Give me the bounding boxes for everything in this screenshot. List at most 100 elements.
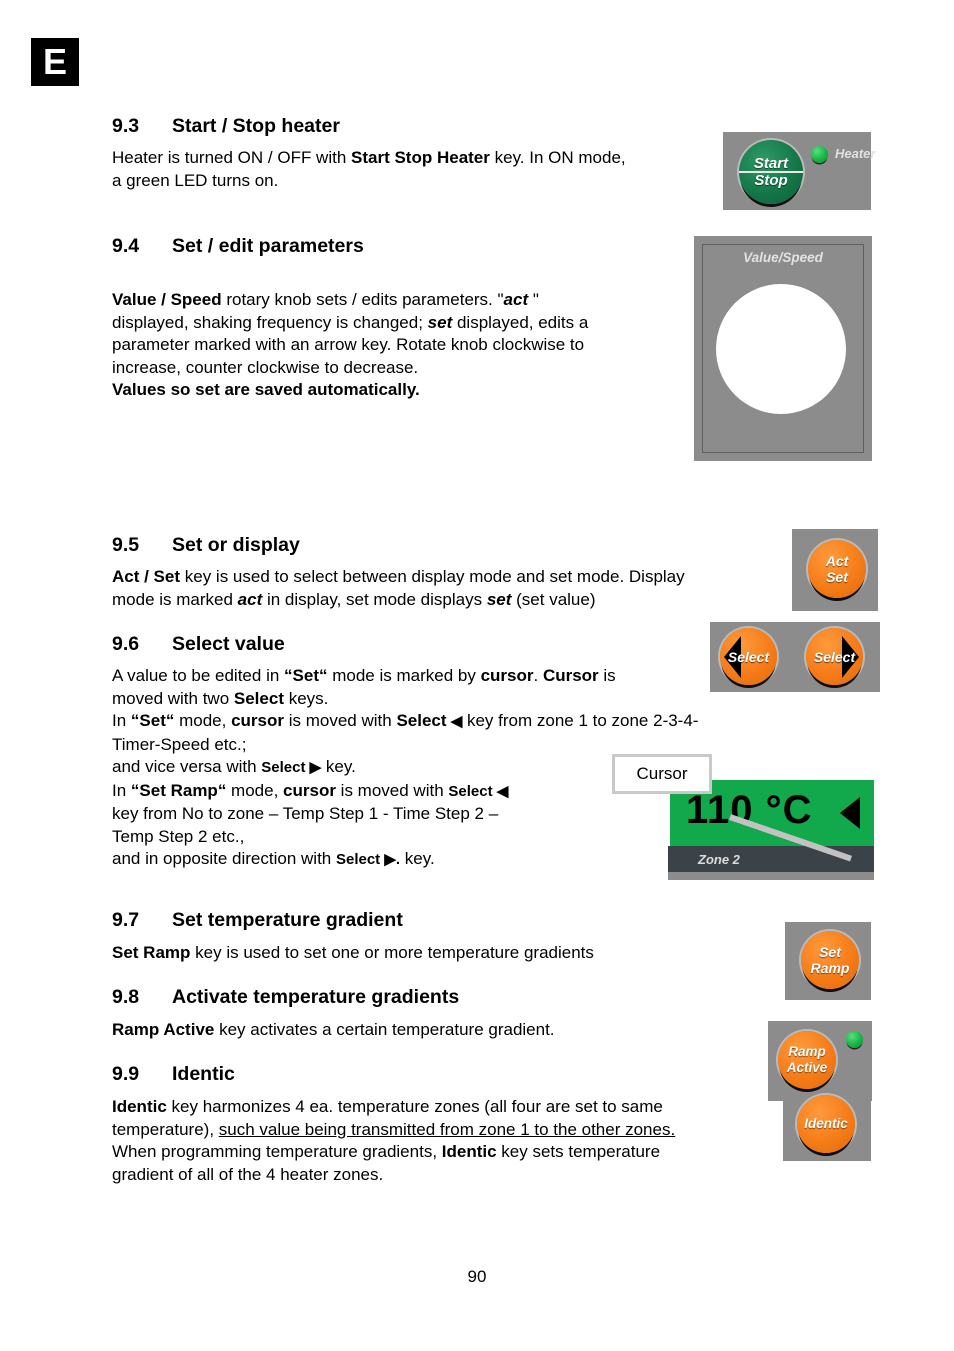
text-run-bold: Cursor (542, 666, 599, 685)
text-run: In (112, 780, 131, 800)
text-run: increase, counter clockwise to decrease. (112, 357, 419, 377)
text-run-bold: Start Stop Heater (351, 148, 490, 167)
cursor-callout-label: Cursor (636, 764, 688, 783)
ramp-active-button[interactable]: Ramp Active (778, 1031, 836, 1089)
section-9-4: 9.4 Set / edit parameters Value / Speed r… (112, 234, 588, 402)
text-run: temperature), (112, 1119, 219, 1139)
identic-button[interactable]: Identic (797, 1095, 855, 1153)
select-right-triangle-icon: Select ▶ (261, 759, 322, 776)
section-heading-9-6: 9.6 Select value (112, 632, 698, 656)
section-9-8: 9.8 Activate temperature gradients Ramp A… (112, 985, 555, 1042)
section-heading-9-8: 9.8 Activate temperature gradients (112, 985, 555, 1009)
text-run: . (533, 666, 543, 685)
text-run: and vice versa with (112, 757, 262, 776)
text-run-bold-italic: set (427, 312, 453, 332)
text-run: and in opposite direction with (112, 849, 336, 868)
set-ramp-button[interactable]: Set Ramp (801, 931, 859, 989)
text-run: mode, (226, 780, 284, 800)
photo-select-keys-panel: Select Select (710, 622, 880, 692)
ramp-label: Ramp (788, 1044, 826, 1059)
section-body-9-3: Heater is turned ON / OFF with Start Sto… (112, 147, 626, 192)
text-run: displayed, edits a (452, 312, 589, 332)
text-run: gradient of all of the 4 heater zones. (112, 1164, 384, 1184)
section-number: 9.3 (112, 115, 140, 137)
section-title: Activate temperature gradients (172, 986, 460, 1008)
start-stop-heater-button[interactable]: Start Stop (739, 140, 803, 204)
section-title: Start / Stop heater (172, 115, 340, 137)
text-run: in display, set mode displays (262, 589, 487, 609)
text-run-bold-italic: set (486, 589, 512, 609)
page-number: 90 (467, 1267, 487, 1286)
text-run-bold-italic: act (237, 589, 263, 609)
text-run-bold: cursor (480, 666, 534, 685)
text-run: displayed, shaking frequency is changed; (112, 312, 428, 332)
text-run: Timer-Speed etc.; (112, 734, 247, 754)
section-body-9-4: Value / Speed rotary knob sets / edits p… (112, 289, 588, 402)
section-number: 9.4 (112, 235, 140, 257)
cursor-callout-box: Cursor (612, 754, 712, 794)
lcd-zone-label: Zone 2 (698, 852, 740, 867)
section-9-9: 9.9 Identic Identic key harmonizes 4 ea. … (112, 1062, 675, 1186)
text-run-bold: “Set“ (130, 711, 175, 730)
heater-label: Heater (835, 146, 876, 161)
identic-label: Identic (804, 1116, 848, 1131)
set-label: Set (826, 569, 848, 585)
section-title: Set temperature gradient (172, 909, 403, 931)
text-run: Heater is turned ON / OFF with (112, 148, 352, 167)
text-run: Temp Step 2 etc., (112, 826, 245, 846)
text-run: mode is marked by (327, 666, 481, 685)
text-run: (set value) (511, 589, 596, 609)
select-left-label: Select (727, 648, 770, 665)
select-right-button[interactable]: Select (806, 628, 863, 685)
text-run: A value to be edited in (112, 666, 285, 685)
text-run: key sets temperature (496, 1142, 661, 1161)
select-left-button[interactable]: Select (720, 628, 777, 685)
stop-label: Stop (754, 172, 788, 189)
section-heading-9-4: 9.4 Set / edit parameters (112, 234, 588, 258)
photo-act-set-panel: Act Set (792, 529, 878, 611)
set-label: Set (819, 944, 841, 960)
section-body-9-6: A value to be edited in “Set“ mode is ma… (112, 665, 698, 872)
text-run: is moved with (335, 780, 449, 800)
photo-value-speed-panel: Value/Speed (694, 236, 872, 461)
text-run: When programming temperature gradients, (112, 1142, 442, 1161)
document-page: E 9.3 Start / Stop heater Heater is turne… (0, 0, 954, 1351)
text-run: parameter marked with an arrow key. Rota… (112, 335, 585, 354)
text-run: is (598, 666, 616, 685)
text-run: key is used to set one or more temperatu… (190, 943, 594, 962)
section-title: Select value (172, 633, 285, 655)
section-number: 9.8 (112, 986, 140, 1008)
section-number: 9.7 (112, 909, 140, 931)
section-heading-9-3: 9.3 Start / Stop heater (112, 114, 626, 138)
text-run: keys. (283, 688, 329, 708)
section-9-7: 9.7 Set temperature gradient Set Ramp key… (112, 908, 594, 965)
text-run-bold: “Set Ramp“ (130, 780, 227, 800)
text-run: key harmonizes 4 ea. temperature zones (… (166, 1097, 663, 1116)
text-run-bold: Value / Speed (112, 290, 222, 309)
text-run: is moved with (284, 711, 397, 730)
text-run-bold: Values so set are saved automatically. (112, 380, 420, 399)
act-set-button[interactable]: Act Set (808, 540, 866, 598)
section-heading-9-7: 9.7 Set temperature gradient (112, 908, 594, 932)
section-9-6: 9.6 Select value A value to be edited in … (112, 632, 698, 872)
text-run: " (528, 290, 539, 309)
text-run-bold: Select (233, 688, 284, 708)
select-right-label: Select (813, 648, 856, 665)
text-run-bold: Ramp Active (112, 1020, 215, 1039)
section-body-9-5: Act / Set key is used to select between … (112, 566, 685, 611)
text-run-bold: Act / Set (112, 567, 181, 586)
photo-identic-panel: Identic (783, 1095, 871, 1161)
section-9-5: 9.5 Set or display Act / Set key is used … (112, 533, 685, 611)
section-body-9-7: Set Ramp key is used to set one or more … (112, 942, 594, 965)
text-run-bold: Identic (441, 1142, 497, 1161)
text-run-bold-italic: act (503, 290, 529, 309)
text-run: rotary knob sets / edits parameters. " (221, 290, 504, 309)
start-label: Start (753, 155, 789, 172)
value-speed-label: Value/Speed (743, 250, 823, 265)
text-run-bold: “Set“ (284, 666, 328, 685)
lcd-bezel-bottom (668, 872, 874, 880)
text-run-bold: Set Ramp (112, 943, 191, 962)
heater-led-indicator (811, 146, 828, 163)
value-speed-rotary-knob[interactable] (716, 284, 846, 414)
section-title: Set / edit parameters (172, 235, 364, 257)
